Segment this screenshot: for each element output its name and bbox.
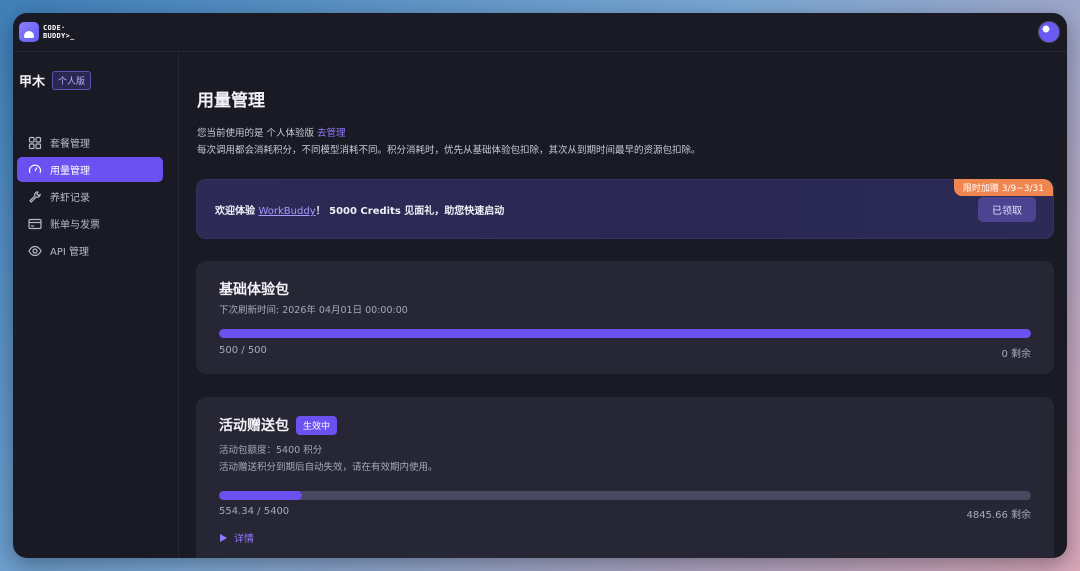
progress-fill (219, 329, 1031, 338)
sidebar-item-usage[interactable]: 用量管理 (17, 157, 163, 182)
logo[interactable]: CODE· BUDDY>_ (19, 22, 75, 42)
gauge-icon (28, 163, 42, 177)
status-badge: 生效中 (296, 415, 338, 435)
claimed-button[interactable]: 已领取 (978, 197, 1036, 222)
card-title: 活动赠送包 生效中 (219, 415, 338, 435)
progress-fill (219, 491, 303, 500)
top-bar: CODE· BUDDY>_ (13, 13, 1067, 52)
main-content: 用量管理 您当前使用的是 个人体验版 去管理 每次调用都会消耗积分，不同模型消耗… (179, 52, 1067, 558)
page-title: 用量管理 (197, 91, 265, 111)
sidebar-item-label: 养虾记录 (50, 193, 90, 204)
avatar[interactable] (1038, 21, 1060, 43)
sidebar-item-records[interactable]: 养虾记录 (17, 184, 163, 209)
logo-text: CODE· BUDDY>_ (43, 24, 75, 40)
sidebar-item-plan[interactable]: 套餐管理 (17, 130, 163, 155)
user-row: 甲木 个人版 (19, 71, 92, 90)
promo-tag: 限时加赠 3/9~3/31 (953, 179, 1053, 196)
desc-line-1: 您当前使用的是 个人体验版 去管理 (197, 128, 346, 139)
sidebar-item-label: 账单与发票 (50, 220, 100, 231)
event-info: 活动包额度：5400 积分 活动赠送积分到期后自动失效，请在有效期内使用。 (219, 445, 438, 473)
details-toggle[interactable]: 详情 (219, 530, 254, 545)
eye-icon (28, 244, 42, 258)
used-amount: 500 / 500 (219, 345, 267, 356)
app-window: CODE· BUDDY>_ 甲木 个人版 套餐管理 用量管理 养虾记录 账单与发… (13, 13, 1067, 558)
manage-link[interactable]: 去管理 (317, 128, 346, 139)
basic-pack-card: 基础体验包 下次刷新时间: 2026年 04月01日 00:00:00 500 … (196, 261, 1054, 374)
used-amount: 554.34 / 5400 (219, 506, 290, 517)
logo-icon (19, 22, 39, 42)
plan-badge: 个人版 (52, 71, 92, 90)
card-title: 基础体验包 (219, 282, 289, 298)
sidebar-nav: 套餐管理 用量管理 养虾记录 账单与发票 API 管理 (17, 130, 163, 265)
progress-bar (219, 491, 1031, 500)
promo-text: 欢迎体验 WorkBuddy！ 5000 Credits 见面礼，助您快速启动 (215, 206, 505, 217)
desc-line-2: 每次调用都会消耗积分，不同模型消耗不同。积分消耗时，优先从基础体验包扣除，其次从… (197, 145, 701, 156)
sidebar-item-label: 套餐管理 (50, 139, 90, 150)
description: 您当前使用的是 个人体验版 去管理 每次调用都会消耗积分，不同模型消耗不同。积分… (197, 125, 701, 159)
workbuddy-link[interactable]: WorkBuddy (258, 206, 315, 217)
remaining-amount: 0 剩余 (1001, 349, 1031, 360)
wrench-icon (28, 190, 42, 204)
progress-bar (219, 329, 1031, 338)
sidebar-item-api[interactable]: API 管理 (17, 238, 163, 263)
grid-icon (28, 136, 42, 150)
event-pack-card: 活动赠送包 生效中 活动包额度：5400 积分 活动赠送积分到期后自动失效，请在… (196, 397, 1054, 558)
sidebar-item-billing[interactable]: 账单与发票 (17, 211, 163, 236)
sidebar-item-label: 用量管理 (50, 166, 90, 177)
refresh-time: 下次刷新时间: 2026年 04月01日 00:00:00 (219, 305, 408, 316)
card-icon (28, 217, 42, 231)
user-name: 甲木 (19, 75, 46, 90)
promo-banner: 限时加赠 3/9~3/31 欢迎体验 WorkBuddy！ 5000 Credi… (196, 179, 1054, 239)
remaining-amount: 4845.66 剩余 (966, 510, 1031, 521)
sidebar: 甲木 个人版 套餐管理 用量管理 养虾记录 账单与发票 API 管理 (13, 52, 179, 558)
sidebar-item-label: API 管理 (50, 247, 89, 258)
play-icon (220, 533, 227, 542)
